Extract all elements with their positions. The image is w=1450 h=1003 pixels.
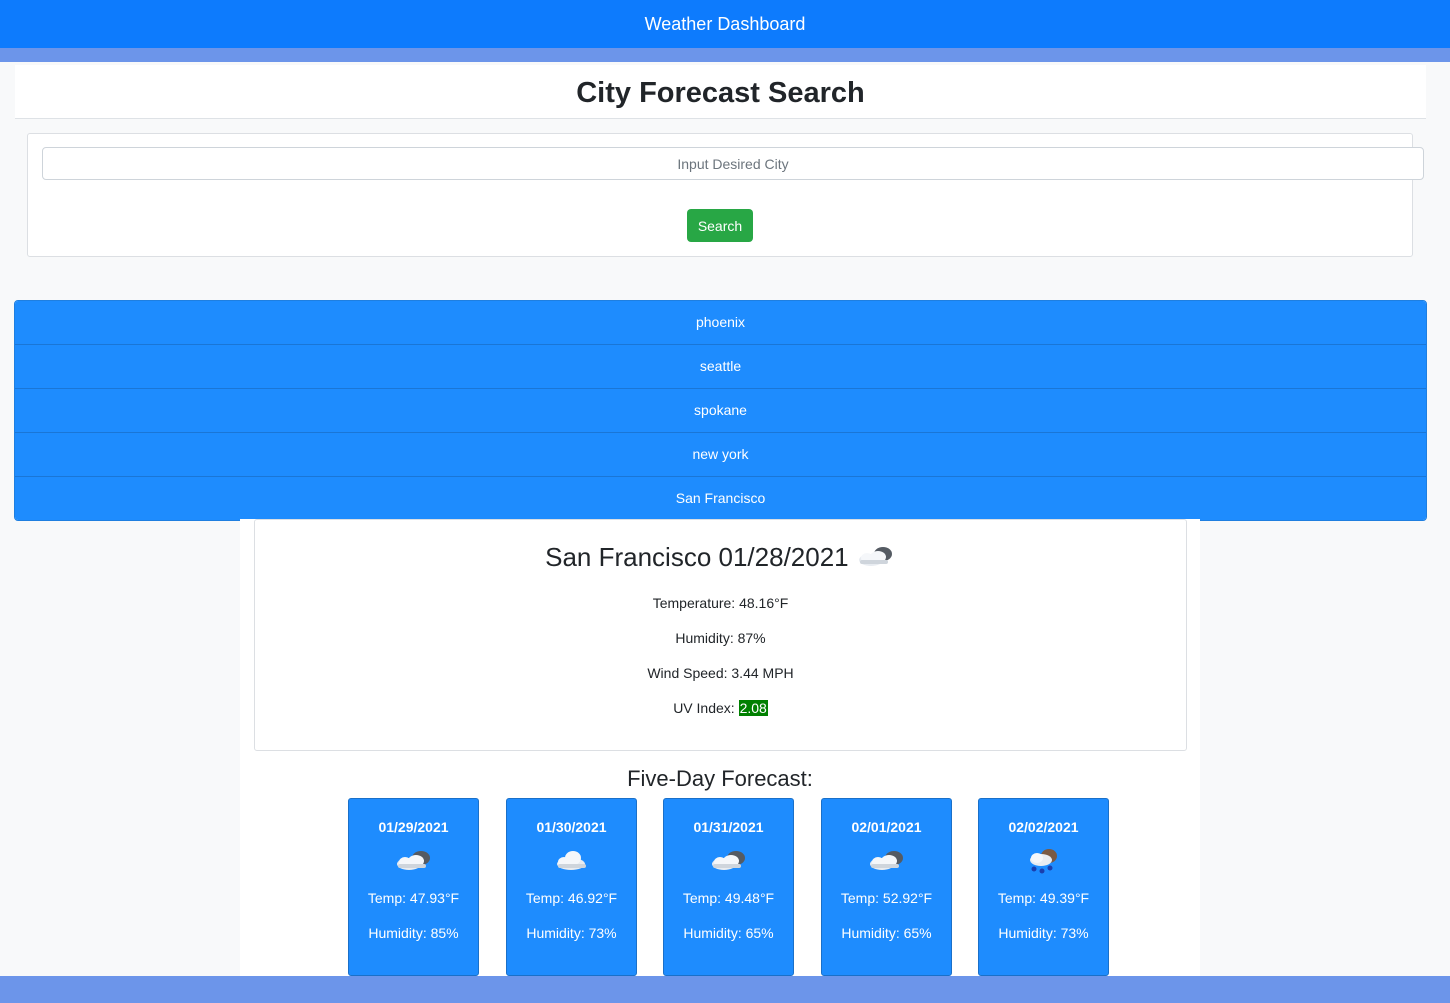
- forecast-temp: Temp: 52.92°F: [840, 890, 933, 906]
- partly-cloudy-icon: [869, 851, 903, 870]
- uv-index-badge: 2.08: [738, 700, 768, 716]
- app-title: Weather Dashboard: [644, 14, 806, 34]
- city-search-input[interactable]: [42, 147, 1424, 180]
- forecast-date: 01/30/2021: [536, 819, 607, 835]
- forecast-humidity: Humidity: 85%: [368, 925, 459, 941]
- history-item-new-york[interactable]: new york: [15, 433, 1426, 477]
- forecast-date: 01/29/2021: [378, 819, 449, 835]
- forecast-humidity: Humidity: 65%: [841, 925, 932, 941]
- search-card: Search: [27, 133, 1424, 257]
- history-item-phoenix[interactable]: phoenix: [15, 301, 1426, 345]
- history-item-san-francisco[interactable]: San Francisco: [15, 477, 1426, 520]
- footer-bar: [0, 976, 1450, 1003]
- navbar: Weather Dashboard: [0, 0, 1450, 48]
- page-title: City Forecast Search: [576, 77, 865, 109]
- forecast-temp: Temp: 49.48°F: [682, 890, 775, 906]
- forecast-card: 02/01/2021 Temp: 52.92°F Humidity: 65%: [821, 798, 952, 976]
- current-uv-index: UV Index: 2.08: [255, 700, 1186, 716]
- page-header: City Forecast Search: [15, 65, 1426, 119]
- forecast-date: 02/01/2021: [851, 819, 922, 835]
- partly-cloudy-icon: [711, 851, 745, 870]
- rain-icon: [1029, 849, 1057, 874]
- current-humidity: Humidity: 87%: [675, 630, 766, 646]
- history-item-spokane[interactable]: spokane: [15, 389, 1426, 433]
- forecast-humidity: Humidity: 73%: [526, 925, 617, 941]
- partly-cloudy-icon: [858, 547, 892, 566]
- current-wind-speed: Wind Speed: 3.44 MPH: [647, 665, 794, 681]
- forecast-temp: Temp: 49.39°F: [997, 890, 1090, 906]
- cloud-icon: [556, 851, 586, 870]
- uv-index-label: UV Index:: [673, 700, 739, 716]
- forecast-temp: Temp: 46.92°F: [525, 890, 618, 906]
- forecast-card: 01/29/2021 Temp: 47.93°F Humidity: 85%: [348, 798, 479, 976]
- forecast-humidity: Humidity: 65%: [683, 925, 774, 941]
- current-weather-title: San Francisco 01/28/2021: [255, 542, 1186, 573]
- history-item-seattle[interactable]: seattle: [15, 345, 1426, 389]
- current-weather-card: San Francisco 01/28/2021 Temperature: 48…: [254, 519, 1187, 751]
- forecast-card: 01/30/2021 Temp: 46.92°F Humidity: 73%: [506, 798, 637, 976]
- forecast-date: 02/02/2021: [1008, 819, 1079, 835]
- forecast-humidity: Humidity: 73%: [998, 925, 1089, 941]
- weather-panel: San Francisco 01/28/2021 Temperature: 48…: [240, 519, 1200, 976]
- forecast-date: 01/31/2021: [693, 819, 764, 835]
- search-button[interactable]: Search: [687, 209, 753, 242]
- forecast-card: 02/02/2021 Temp: 49.39°F Humidity: 73%: [978, 798, 1109, 976]
- partly-cloudy-icon: [396, 851, 430, 870]
- forecast-temp: Temp: 47.93°F: [367, 890, 460, 906]
- search-history-list: phoenix seattle spokane new york San Fra…: [14, 300, 1427, 521]
- current-city-date: San Francisco 01/28/2021: [545, 542, 849, 572]
- forecast-card: 01/31/2021 Temp: 49.48°F Humidity: 65%: [663, 798, 794, 976]
- five-day-forecast-title: Five-Day Forecast:: [627, 766, 813, 791]
- navbar-stripe: [0, 48, 1450, 62]
- current-temperature: Temperature: 48.16°F: [652, 595, 789, 611]
